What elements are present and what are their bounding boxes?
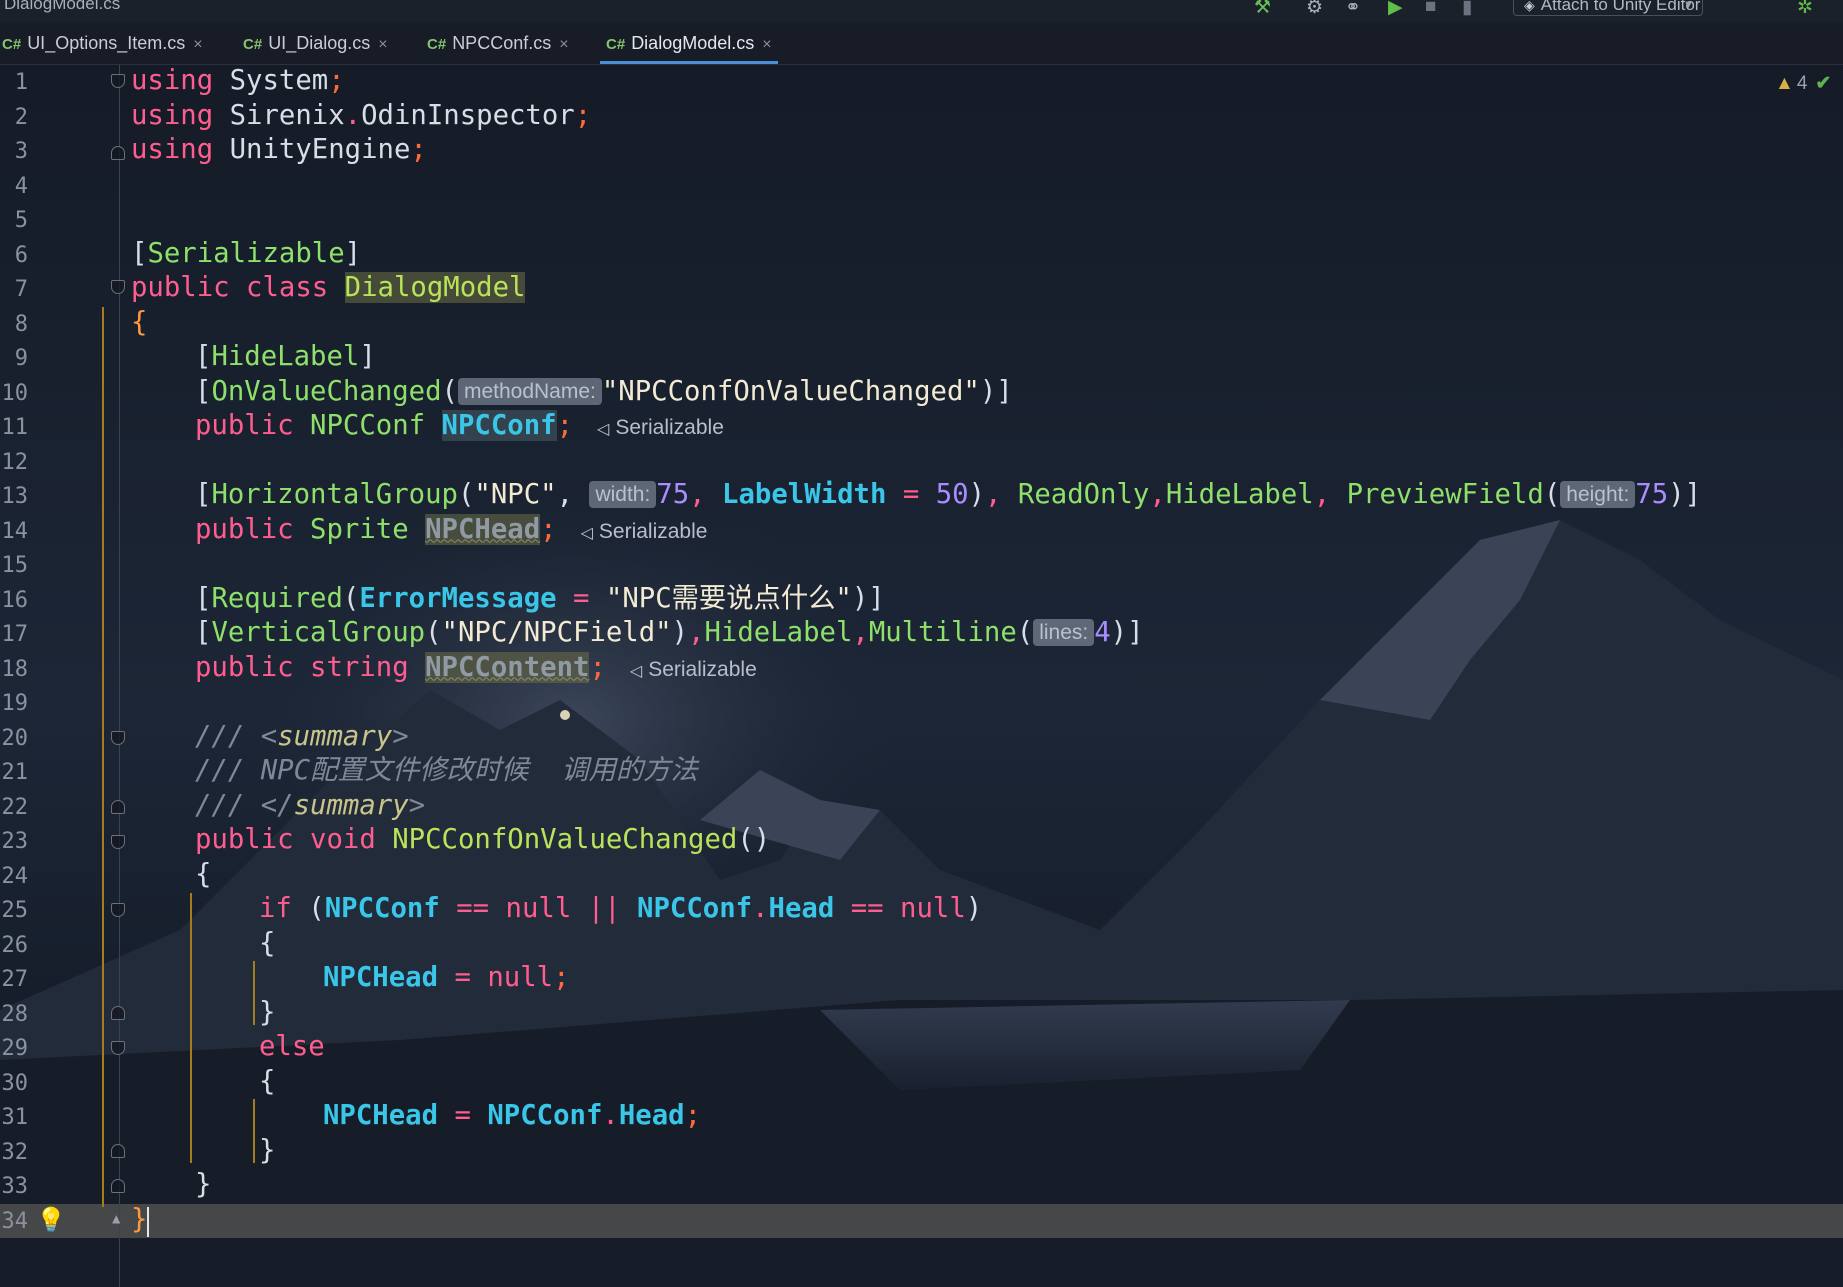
lightbulb-icon[interactable]: 💡 (36, 1206, 66, 1234)
line-number: 31 (1, 1105, 29, 1130)
unity-icon: ◁ (580, 524, 593, 542)
tab-ui-dialog[interactable]: C# UI_Dialog.cs × (243, 22, 388, 64)
code-line-7: public class DialogModel (131, 272, 526, 303)
code-text[interactable]: using System; using Sirenix.OdinInspecto… (0, 64, 1843, 1235)
tab-label: UI_Dialog.cs (268, 33, 371, 53)
code-line-25: if (NPCConf == null || NPCConf.Head == n… (259, 893, 983, 924)
run-icon[interactable]: ▶ (1388, 0, 1403, 19)
code-line-34: } (131, 1203, 148, 1235)
code-line-26: { (259, 927, 276, 959)
warning-icon: ▲ (1775, 73, 1794, 94)
build-icon[interactable]: ⚒ (1254, 0, 1271, 19)
csharp-file-icon: C# (243, 36, 263, 53)
warning-count: 4 (1796, 73, 1808, 94)
lock-icon: ▲ (112, 1211, 121, 1227)
run-configuration-label: Attach to Unity Editor (1540, 0, 1701, 14)
line-number: 30 (1, 1070, 29, 1096)
code-line-2: using Sirenix.OdinInspector; (131, 99, 592, 131)
tab-label: UI_Options_Item.cs (27, 33, 186, 53)
csharp-file-icon: C# (427, 36, 447, 53)
code-line-9: [HideLabel] (195, 341, 376, 372)
debug-icon[interactable]: ⚙ (1306, 0, 1323, 19)
pause-icon[interactable]: ▮ (1462, 0, 1472, 19)
stop-icon[interactable]: ■ (1425, 0, 1436, 18)
code-line-33: } (195, 1169, 212, 1200)
code-line-14: public Sprite NPCHead; ◁ Serializable (195, 513, 708, 545)
tab-dialogmodel[interactable]: C# DialogModel.cs × (600, 22, 778, 64)
line-number: 32 (1, 1139, 29, 1165)
code-line-27: NPCHead = null; (323, 962, 570, 993)
code-line-32: } (259, 1134, 276, 1166)
close-icon[interactable]: × (559, 36, 568, 53)
line-number: 29 (1, 1036, 29, 1061)
code-line-23: public void NPCConfOnValueChanged() (195, 824, 771, 855)
unity-icon: ◈ (1524, 0, 1535, 13)
code-line-31: NPCHead = NPCConf.Head; (323, 1100, 702, 1131)
csharp-file-icon: C# (606, 36, 626, 53)
fold-toggle[interactable] (111, 1041, 125, 1055)
code-line-18: public string NPCContent; ◁ Serializable (195, 651, 757, 683)
code-line-13: [HorizontalGroup("NPC", width: 75, LabelW… (195, 479, 1702, 510)
code-line-3: using UnityEngine; (131, 134, 427, 165)
code-line-8: { (131, 306, 148, 338)
code-line-22: /// </summary> (195, 789, 426, 821)
code-line-17: [VerticalGroup("NPC/NPCField"),HideLabel… (195, 617, 1144, 648)
current-line-highlight (0, 1204, 1843, 1238)
check-icon: ✔ (1815, 73, 1832, 94)
scope-guide (253, 1099, 255, 1163)
line-number: 34 (1, 1208, 29, 1234)
line-number: 33 (1, 1174, 29, 1199)
code-line-21: /// NPC配置文件修改时候 调用的方法 (195, 755, 698, 786)
attach-icon[interactable]: ⚭ (1345, 0, 1361, 19)
close-icon[interactable]: × (762, 36, 771, 53)
code-line-30: { (259, 1065, 276, 1097)
close-icon[interactable]: × (193, 36, 202, 53)
tab-label: DialogModel.cs (631, 33, 755, 53)
chevron-down-icon: ▼ (1683, 0, 1694, 11)
code-line-29: else (259, 1031, 325, 1062)
bug-icon[interactable]: ✲ (1797, 0, 1813, 19)
tab-label: NPCConf.cs (452, 33, 552, 53)
unity-icon: ◁ (629, 662, 643, 680)
unity-icon: ◁ (597, 421, 610, 438)
code-line-1: using System; (131, 65, 345, 96)
run-configuration-dropdown[interactable]: ◈ Attach to Unity Editor ▼ (1513, 0, 1703, 16)
code-line-6: [Serializable] (131, 237, 362, 269)
code-editor[interactable]: 1 2 3 4 5 6 7 8 9 10 11 12 13 14 15 16 1… (0, 64, 1843, 1287)
code-line-11: public NPCConf NPCConf; ◁ Serializable (195, 410, 724, 441)
code-line-10: [OnValueChanged(methodName: "NPCConfOnVal… (195, 375, 1013, 407)
csharp-file-icon: C# (2, 36, 22, 53)
code-vision-serializable[interactable]: ◁ Serializable (597, 416, 724, 439)
window-file-name: DialogModel.cs (4, 0, 121, 13)
code-line-20: /// <summary> (195, 720, 409, 752)
code-line-28: } (259, 996, 276, 1028)
close-icon[interactable]: × (378, 36, 387, 53)
tab-ui-options-item[interactable]: C# UI_Options_Item.cs × (2, 22, 203, 64)
tab-npcconf[interactable]: C# NPCConf.cs × (427, 22, 569, 64)
top-toolbar: DialogModel.cs ⚒ ⚙ ⚭ ▶ ■ ▮ ◈ Attach to Un… (0, 0, 1843, 22)
code-vision-serializable[interactable]: ◁ Serializable (581, 520, 708, 543)
fold-toggle[interactable] (111, 1179, 125, 1193)
code-line-24: { (195, 858, 212, 890)
fold-toggle[interactable] (111, 1144, 125, 1158)
text-caret (147, 1207, 149, 1237)
editor-tab-bar: C# UI_Options_Item.cs × C# UI_Dialog.cs × C#… (0, 22, 1843, 65)
code-line-16: [Required(ErrorMessage = "NPC需要说点什么")] (195, 582, 885, 614)
code-vision-serializable[interactable]: ◁ Serializable (630, 658, 757, 681)
inspection-widget[interactable]: ▲ 4 ✔ (1775, 72, 1831, 95)
